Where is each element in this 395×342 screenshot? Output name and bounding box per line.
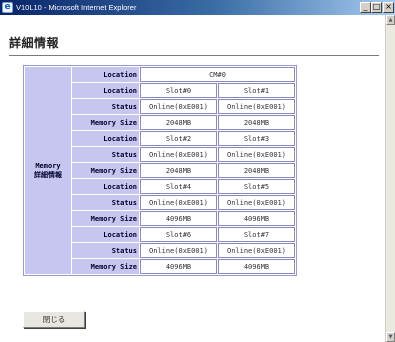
scroll-up-arrow-icon[interactable]: ▲ [386, 15, 395, 25]
vertical-scrollbar[interactable]: ▲ ▼ [385, 15, 395, 342]
slot-status-cell: Online(0xE001) [218, 195, 295, 210]
minimize-button[interactable]: _ [360, 2, 371, 13]
slot-size-cell: 2048MB [140, 163, 217, 178]
status-label: Status [72, 195, 139, 210]
slot-location-cell: Slot#4 [140, 179, 217, 194]
location-label: Location [72, 83, 139, 98]
memory-size-label: Memory Size [72, 211, 139, 226]
slot-location-cell: Slot#7 [218, 227, 295, 242]
window-title: V10L10 - Microsoft Internet Explorer [16, 3, 137, 12]
heading-divider [9, 55, 379, 56]
browser-window: e V10L10 - Microsoft Internet Explorer _… [0, 0, 395, 342]
memory-size-label: Memory Size [72, 259, 139, 274]
scroll-down-arrow-icon[interactable]: ▼ [386, 332, 395, 342]
slot-status-cell: Online(0xE001) [140, 99, 217, 114]
slot-status-cell: Online(0xE001) [218, 147, 295, 162]
memory-size-label: Memory Size [72, 115, 139, 130]
slot-location-cell: Slot#0 [140, 83, 217, 98]
table-row: Memory 詳細情報 Location CM#0 [25, 67, 295, 274]
slot-location-cell: Slot#3 [218, 131, 295, 146]
status-label: Status [72, 147, 139, 162]
internet-explorer-icon: e [2, 2, 13, 13]
slot-size-cell: 2048MB [218, 163, 295, 178]
slot-location-cell: Slot#5 [218, 179, 295, 194]
slot-size-cell: 4096MB [218, 259, 295, 274]
memory-detail-table: Memory 詳細情報 Location CM#0 Location Slot#… [23, 65, 297, 276]
memory-group-label: Memory 詳細情報 [25, 67, 71, 274]
status-label: Status [72, 243, 139, 258]
slot-size-cell: 4096MB [140, 259, 217, 274]
slot-size-cell: 2048MB [140, 115, 217, 130]
status-label: Status [72, 99, 139, 114]
location-label: Location [72, 179, 139, 194]
slot-location-cell: Slot#6 [140, 227, 217, 242]
memory-size-label: Memory Size [72, 163, 139, 178]
close-window-button[interactable]: × [383, 2, 394, 13]
slot-location-cell: Slot#1 [218, 83, 295, 98]
page-title: 詳細情報 [9, 36, 60, 50]
group-label-line1: Memory [35, 161, 61, 170]
slot-status-cell: Online(0xE001) [218, 99, 295, 114]
slot-status-cell: Online(0xE001) [140, 147, 217, 162]
location-label: Location [72, 227, 139, 242]
slot-status-cell: Online(0xE001) [140, 195, 217, 210]
slot-size-cell: 2048MB [218, 115, 295, 130]
location-label: Location [72, 131, 139, 146]
slot-size-cell: 4096MB [218, 211, 295, 226]
location-header-label: Location [72, 67, 139, 82]
maximize-button[interactable]: □ [371, 2, 382, 13]
slot-status-cell: Online(0xE001) [218, 243, 295, 258]
slot-location-cell: Slot#2 [140, 131, 217, 146]
close-button[interactable]: 閉じる [23, 311, 85, 328]
slot-size-cell: 4096MB [140, 211, 217, 226]
group-label-line2: 詳細情報 [34, 170, 62, 179]
cm-location-value: CM#0 [140, 67, 295, 82]
title-bar: e V10L10 - Microsoft Internet Explorer _… [0, 0, 395, 15]
slot-status-cell: Online(0xE001) [140, 243, 217, 258]
page-content: 詳細情報 Memory 詳細情報 Location CM#0 Location … [0, 15, 385, 342]
